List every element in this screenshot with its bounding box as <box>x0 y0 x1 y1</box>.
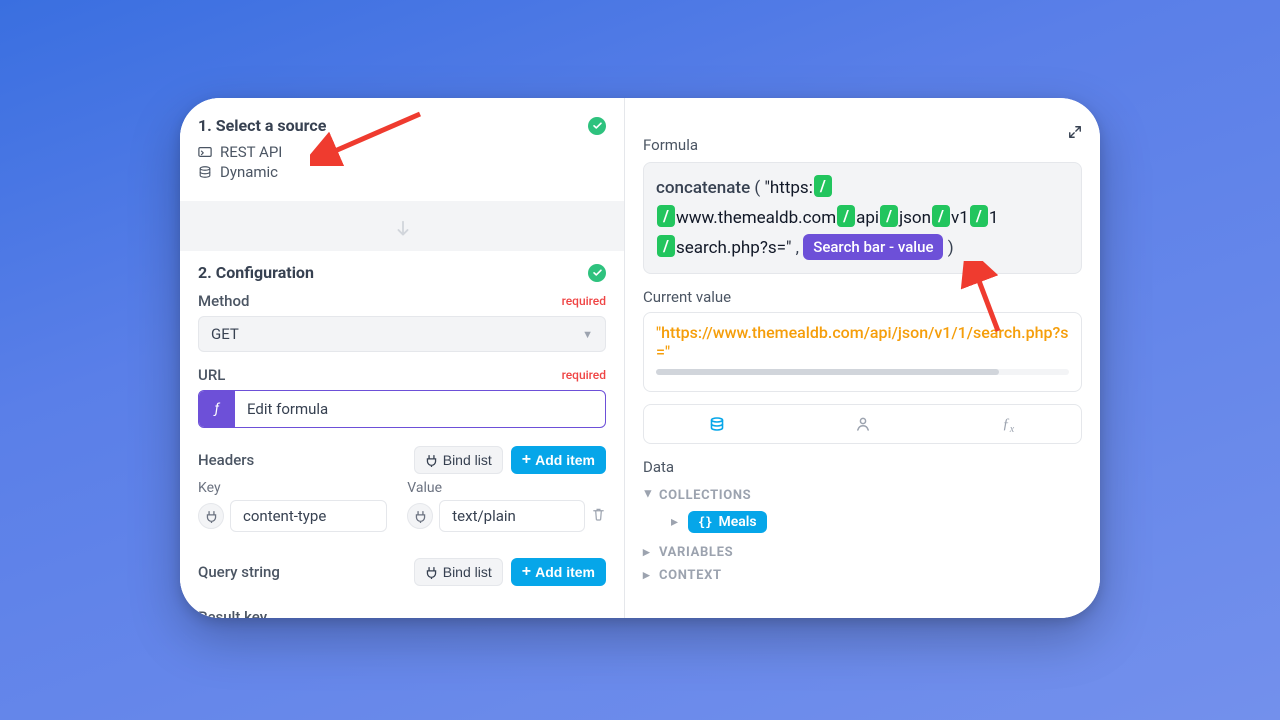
bind-list-label: Bind list <box>443 564 492 580</box>
check-icon <box>588 264 606 282</box>
plus-icon: + <box>522 565 531 579</box>
add-item-label: Add item <box>535 564 595 580</box>
database-icon <box>198 165 212 179</box>
slash-chip: / <box>837 205 855 227</box>
query-label: Query string <box>198 563 406 581</box>
method-label: Method <box>198 292 249 310</box>
tree-collections-label: COLLECTIONS <box>659 488 751 503</box>
caret-icon: ▸ <box>641 491 656 501</box>
braces-icon: {} <box>698 515 712 529</box>
scrollbar[interactable] <box>656 369 1069 375</box>
rest-api-icon <box>198 145 212 159</box>
tree-meals-label: Meals <box>718 514 756 530</box>
headers-key-label: Key <box>198 480 387 496</box>
url-formula-text: Edit formula <box>235 391 605 427</box>
section-source-title: 1. Select a source <box>198 116 326 135</box>
formula-label: Formula <box>643 136 1082 154</box>
caret-icon: ▸ <box>643 568 653 583</box>
bind-toggle[interactable] <box>198 503 224 529</box>
url-label: URL <box>198 366 225 384</box>
fn-name: concatenate <box>656 178 750 198</box>
source-rest-api[interactable]: REST API <box>198 143 606 161</box>
formula-editor[interactable]: concatenate ( "https:/ /www.themealdb.co… <box>643 162 1082 274</box>
section-config-title: 2. Configuration <box>198 263 314 282</box>
add-item-label: Add item <box>535 452 595 468</box>
tab-fx[interactable]: ƒx <box>935 405 1081 443</box>
expand-icon <box>1068 125 1082 139</box>
slash-chip: / <box>814 175 832 197</box>
bind-toggle[interactable] <box>407 503 433 529</box>
tab-user[interactable] <box>790 405 936 443</box>
method-value: GET <box>211 325 239 343</box>
add-item-button[interactable]: + Add item <box>511 446 606 474</box>
tree-context[interactable]: ▸ CONTEXT <box>643 564 1082 587</box>
required-badge: required <box>562 294 606 308</box>
bind-list-button[interactable]: Bind list <box>414 446 503 474</box>
expand-button[interactable] <box>1068 124 1082 143</box>
slash-chip: / <box>932 205 950 227</box>
url-formula-input[interactable]: ƒ Edit formula <box>198 390 606 428</box>
source-dynamic[interactable]: Dynamic <box>198 163 606 181</box>
trash-icon <box>591 507 606 522</box>
tree-collections[interactable]: ▸ COLLECTIONS <box>643 484 1082 507</box>
right-tabs: ƒx <box>643 404 1082 444</box>
database-icon <box>709 416 725 432</box>
caret-icon: ▸ <box>671 514 678 530</box>
flow-arrow-icon <box>180 225 625 251</box>
bind-list-button[interactable]: Bind list <box>414 558 503 586</box>
fx-icon: ƒ <box>199 391 235 427</box>
delete-row-button[interactable] <box>591 507 606 526</box>
headers-label: Headers <box>198 451 406 469</box>
tree-variables[interactable]: ▸ VARIABLES <box>643 541 1082 564</box>
header-value-input[interactable]: text/plain <box>439 500 585 532</box>
source-rest-api-label: REST API <box>220 143 282 161</box>
tab-data[interactable] <box>644 405 790 443</box>
bind-list-label: Bind list <box>443 452 492 468</box>
fx-icon: ƒx <box>1002 416 1014 432</box>
caret-icon: ▸ <box>643 545 653 560</box>
slash-chip: / <box>880 205 898 227</box>
tree-variables-label: VARIABLES <box>659 545 733 560</box>
plug-icon <box>425 454 438 467</box>
headers-value-label: Value <box>407 480 606 496</box>
current-value-box: "https://www.themealdb.com/api/json/v1/1… <box>643 312 1082 392</box>
header-key-input[interactable]: content-type <box>230 500 387 532</box>
tree-context-label: CONTEXT <box>659 568 722 583</box>
check-icon <box>588 117 606 135</box>
plus-icon: + <box>522 453 531 467</box>
slash-chip: / <box>657 235 675 257</box>
current-value-text: "https://www.themealdb.com/api/json/v1/1… <box>656 323 1069 361</box>
plug-icon <box>425 566 438 579</box>
slash-chip: / <box>970 205 988 227</box>
current-value-label: Current value <box>643 288 1082 306</box>
variable-chip[interactable]: Search bar - value <box>803 234 943 260</box>
slash-chip: / <box>657 205 675 227</box>
plug-icon <box>205 510 218 523</box>
plug-icon <box>414 510 427 523</box>
caret-down-icon: ▼ <box>582 328 593 341</box>
required-badge: required <box>562 368 606 382</box>
method-select[interactable]: GET ▼ <box>198 316 606 352</box>
user-icon <box>855 416 871 432</box>
result-key-label: Result key <box>198 608 606 618</box>
source-dynamic-label: Dynamic <box>220 163 278 181</box>
tree-item-meals[interactable]: ▸ {} Meals <box>643 507 1082 537</box>
data-label: Data <box>625 444 1100 484</box>
add-item-button[interactable]: + Add item <box>511 558 606 586</box>
